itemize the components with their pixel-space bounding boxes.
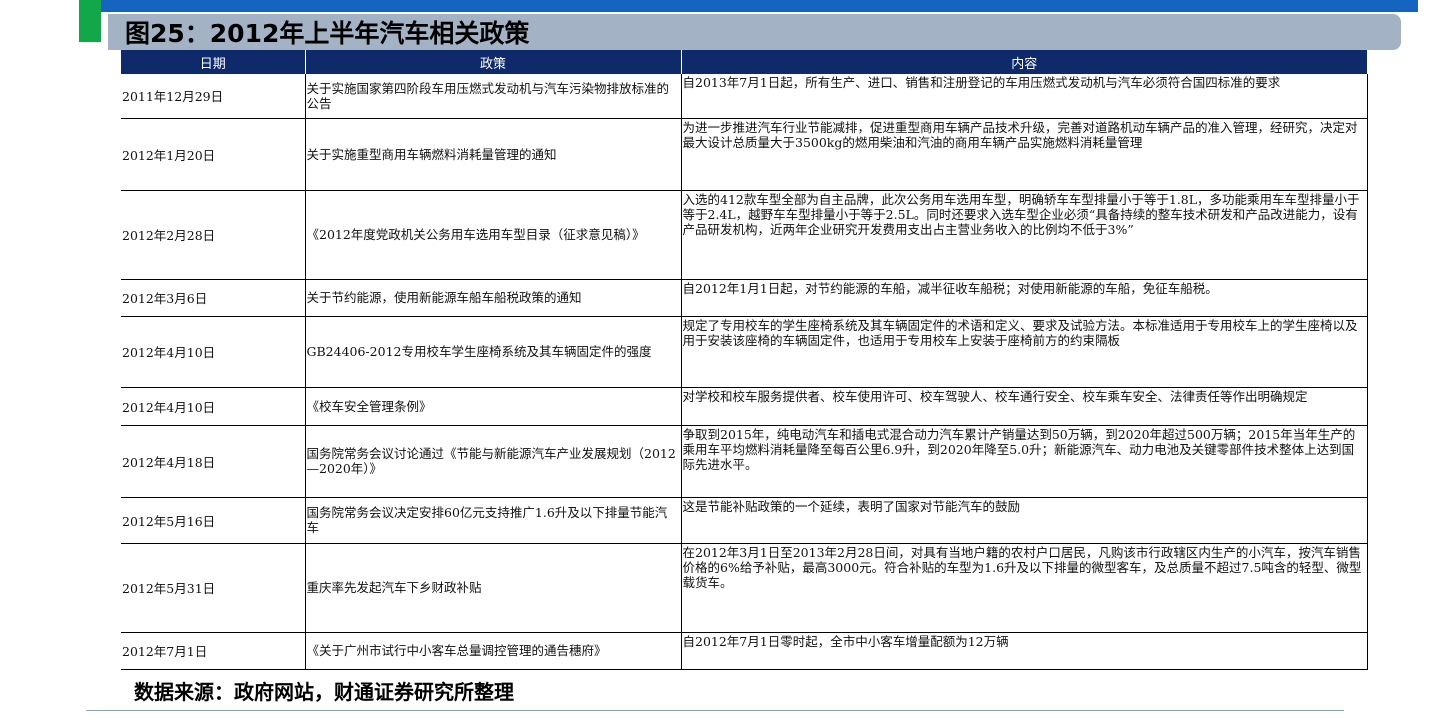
row-policy: 《2012年度党政机关公务用车选用车型目录（征求意见稿）》 — [304, 190, 681, 280]
row-date: 2012年7月1日 — [121, 632, 305, 670]
row-policy: 关于节约能源，使用新能源车船车船税政策的通知 — [304, 279, 681, 317]
table-row: 2012年4月10日 GB24406-2012专用校车学生座椅系统及其车辆固定件… — [121, 316, 1368, 388]
row-content: 自2012年1月1日起，对节约能源的车船，减半征收车船税；对使用新能源的车船，免… — [680, 279, 1368, 317]
row-content: 在2012年3月1日至2013年2月28日间，对具有当地户籍的农村户口居民，凡购… — [680, 543, 1368, 633]
header-content: 内容 — [681, 50, 1367, 74]
row-policy: 关于实施重型商用车辆燃料消耗量管理的通知 — [304, 118, 681, 191]
row-date: 2012年1月20日 — [121, 118, 305, 191]
table-header-row: 日期 政策 内容 — [121, 50, 1367, 74]
row-content: 入选的412款车型全部为自主品牌，此次公务用车选用车型，明确轿车车型排量小于等于… — [680, 190, 1368, 280]
policy-table: 日期 政策 内容 2011年12月29日 关于实施国家第四阶段车用压燃式发动机与… — [121, 50, 1368, 670]
row-content: 为进一步推进汽车行业节能减排，促进重型商用车辆产品技术升级，完善对道路机动车辆产… — [680, 118, 1368, 191]
row-policy: GB24406-2012专用校车学生座椅系统及其车辆固定件的强度 — [304, 316, 681, 388]
header-date: 日期 — [121, 50, 306, 74]
row-policy: 《关于广州市试行中小客车总量调控管理的通告穗府》 — [304, 632, 681, 670]
table-row: 2012年4月10日 《校车安全管理条例》 对学校和校车服务提供者、校车使用许可… — [121, 387, 1368, 426]
row-date: 2012年5月31日 — [121, 543, 305, 633]
row-content: 自2012年7月1日零时起，全市中小客车增量配额为12万辆 — [680, 632, 1368, 670]
row-content: 争取到2015年，纯电动汽车和插电式混合动力汽车累计产销量达到50万辆，到202… — [680, 425, 1368, 498]
row-policy: 重庆率先发起汽车下乡财政补贴 — [304, 543, 681, 633]
row-date: 2012年2月28日 — [121, 190, 305, 280]
table-row: 2012年4月18日 国务院常务会议讨论通过《节能与新能源汽车产业发展规划（20… — [121, 425, 1368, 498]
row-policy: 关于实施国家第四阶段车用压燃式发动机与汽车污染物排放标准的公告 — [304, 74, 681, 119]
row-date: 2012年4月10日 — [121, 316, 305, 388]
table-row: 2012年2月28日 《2012年度党政机关公务用车选用车型目录（征求意见稿）》… — [121, 190, 1368, 280]
row-date: 2012年4月18日 — [121, 425, 305, 498]
green-accent-bar — [79, 0, 101, 42]
row-date: 2012年5月16日 — [121, 497, 305, 544]
top-banner — [96, 0, 1418, 12]
row-date: 2011年12月29日 — [121, 74, 305, 119]
table-row: 2012年5月31日 重庆率先发起汽车下乡财政补贴 在2012年3月1日至201… — [121, 543, 1368, 633]
table-row: 2012年3月6日 关于节约能源，使用新能源车船车船税政策的通知 自2012年1… — [121, 279, 1368, 317]
footer-divider — [86, 710, 1344, 711]
table-row: 2012年7月1日 《关于广州市试行中小客车总量调控管理的通告穗府》 自2012… — [121, 632, 1368, 670]
table-row: 2011年12月29日 关于实施国家第四阶段车用压燃式发动机与汽车污染物排放标准… — [121, 74, 1368, 119]
row-date: 2012年4月10日 — [121, 387, 305, 426]
table-row: 2012年5月16日 国务院常务会议决定安排60亿元支持推广1.6升及以下排量节… — [121, 497, 1368, 544]
row-content: 自2013年7月1日起，所有生产、进口、销售和注册登记的车用压燃式发动机与汽车必… — [680, 74, 1368, 119]
data-source-note: 数据来源：政府网站，财通证券研究所整理 — [134, 680, 514, 704]
row-policy: 国务院常务会议讨论通过《节能与新能源汽车产业发展规划（2012—2020年）》 — [304, 425, 681, 498]
row-content: 对学校和校车服务提供者、校车使用许可、校车驾驶人、校车通行安全、校车乘车安全、法… — [680, 387, 1368, 426]
row-policy: 《校车安全管理条例》 — [304, 387, 681, 426]
row-content: 规定了专用校车的学生座椅系统及其车辆固定件的术语和定义、要求及试验方法。本标准适… — [680, 316, 1368, 388]
table-row: 2012年1月20日 关于实施重型商用车辆燃料消耗量管理的通知 为进一步推进汽车… — [121, 118, 1368, 191]
row-date: 2012年3月6日 — [121, 279, 305, 317]
figure-title: 图25：2012年上半年汽车相关政策 — [125, 19, 530, 48]
header-policy: 政策 — [305, 50, 682, 74]
row-policy: 国务院常务会议决定安排60亿元支持推广1.6升及以下排量节能汽车 — [304, 497, 681, 544]
row-content: 这是节能补贴政策的一个延续，表明了国家对节能汽车的鼓励 — [680, 497, 1368, 544]
